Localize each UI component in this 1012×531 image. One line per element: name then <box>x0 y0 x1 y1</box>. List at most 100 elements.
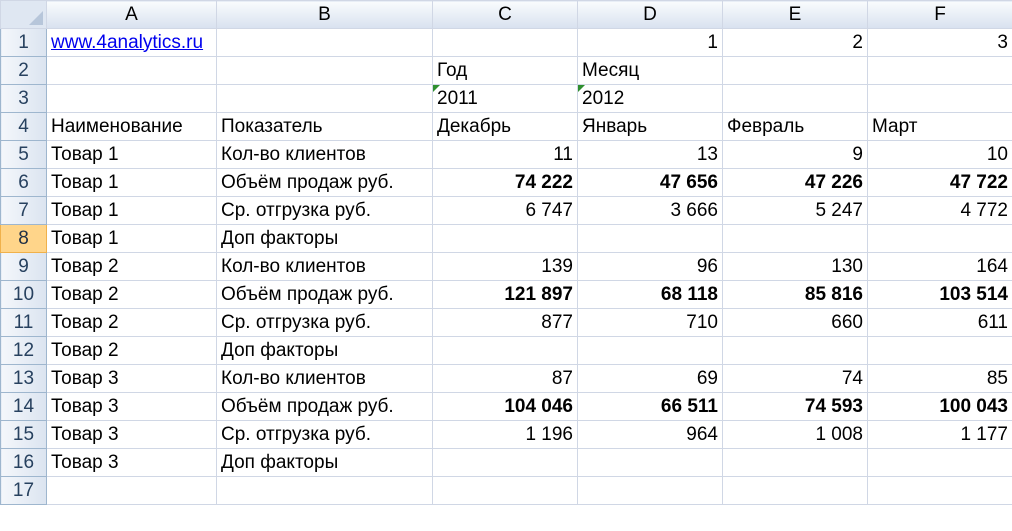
cell-b17[interactable] <box>216 476 433 505</box>
cell-b14[interactable]: Объём продаж руб. <box>216 392 433 421</box>
column-header-b[interactable]: B <box>216 0 433 29</box>
cell-b10[interactable]: Объём продаж руб. <box>216 280 433 309</box>
cell-a4[interactable]: Наименование <box>46 112 217 141</box>
cell-c14[interactable]: 104 046 <box>432 392 578 421</box>
cell-b12[interactable]: Доп факторы <box>216 336 433 365</box>
cell-d10[interactable]: 68 118 <box>577 280 723 309</box>
select-all-corner[interactable] <box>0 0 47 29</box>
cell-a11[interactable]: Товар 2 <box>46 308 217 337</box>
cell-a16[interactable]: Товар 3 <box>46 448 217 477</box>
cell-f16[interactable] <box>867 448 1012 477</box>
cell-a14[interactable]: Товар 3 <box>46 392 217 421</box>
cell-e17[interactable] <box>722 476 868 505</box>
cell-c16[interactable] <box>432 448 578 477</box>
cell-e1[interactable]: 2 <box>722 28 868 57</box>
cell-a9[interactable]: Товар 2 <box>46 252 217 281</box>
row-header-active[interactable]: 8 <box>0 224 47 253</box>
column-header-f[interactable]: F <box>867 0 1012 29</box>
column-header-a[interactable]: A <box>46 0 217 29</box>
cell-b8[interactable]: Доп факторы <box>216 224 433 253</box>
row-header[interactable]: 7 <box>0 196 47 225</box>
cell-a17[interactable] <box>46 476 217 505</box>
cell-c5[interactable]: 11 <box>432 140 578 169</box>
cell-d13[interactable]: 69 <box>577 364 723 393</box>
row-header[interactable]: 3 <box>0 84 47 113</box>
cell-c10[interactable]: 121 897 <box>432 280 578 309</box>
column-header-e[interactable]: E <box>722 0 868 29</box>
cell-a5[interactable]: Товар 1 <box>46 140 217 169</box>
row-header[interactable]: 4 <box>0 112 47 141</box>
cell-c1[interactable] <box>432 28 578 57</box>
cell-b6[interactable]: Объём продаж руб. <box>216 168 433 197</box>
cell-f5[interactable]: 10 <box>867 140 1012 169</box>
cell-a12[interactable]: Товар 2 <box>46 336 217 365</box>
cell-c7[interactable]: 6 747 <box>432 196 578 225</box>
cell-d3[interactable]: 2012 <box>577 84 723 113</box>
website-link[interactable]: www.4analytics.ru <box>51 32 203 53</box>
row-header[interactable]: 12 <box>0 336 47 365</box>
cell-e5[interactable]: 9 <box>722 140 868 169</box>
cell-c6[interactable]: 74 222 <box>432 168 578 197</box>
cell-a3[interactable] <box>46 84 217 113</box>
cell-e6[interactable]: 47 226 <box>722 168 868 197</box>
cell-c4[interactable]: Декабрь <box>432 112 578 141</box>
cell-d9[interactable]: 96 <box>577 252 723 281</box>
cell-f13[interactable]: 85 <box>867 364 1012 393</box>
cell-f12[interactable] <box>867 336 1012 365</box>
cell-b4[interactable]: Показатель <box>216 112 433 141</box>
cell-b1[interactable] <box>216 28 433 57</box>
cell-e10[interactable]: 85 816 <box>722 280 868 309</box>
cell-e15[interactable]: 1 008 <box>722 420 868 449</box>
cell-a2[interactable] <box>46 56 217 85</box>
cell-c11[interactable]: 877 <box>432 308 578 337</box>
cell-d17[interactable] <box>577 476 723 505</box>
cell-e4[interactable]: Февраль <box>722 112 868 141</box>
cell-e9[interactable]: 130 <box>722 252 868 281</box>
cell-f4[interactable]: Март <box>867 112 1012 141</box>
row-header[interactable]: 15 <box>0 420 47 449</box>
cell-a10[interactable]: Товар 2 <box>46 280 217 309</box>
cell-e8[interactable] <box>722 224 868 253</box>
cell-c15[interactable]: 1 196 <box>432 420 578 449</box>
cell-d11[interactable]: 710 <box>577 308 723 337</box>
cell-b5[interactable]: Кол-во клиентов <box>216 140 433 169</box>
cell-c12[interactable] <box>432 336 578 365</box>
cell-d14[interactable]: 66 511 <box>577 392 723 421</box>
cell-e13[interactable]: 74 <box>722 364 868 393</box>
cell-d7[interactable]: 3 666 <box>577 196 723 225</box>
cell-d4[interactable]: Январь <box>577 112 723 141</box>
cell-e12[interactable] <box>722 336 868 365</box>
cell-f17[interactable] <box>867 476 1012 505</box>
cell-b15[interactable]: Ср. отгрузка руб. <box>216 420 433 449</box>
cell-a13[interactable]: Товар 3 <box>46 364 217 393</box>
cell-f1[interactable]: 3 <box>867 28 1012 57</box>
row-header[interactable]: 2 <box>0 56 47 85</box>
row-header[interactable]: 14 <box>0 392 47 421</box>
cell-c3[interactable]: 2011 <box>432 84 578 113</box>
cell-c13[interactable]: 87 <box>432 364 578 393</box>
cell-e2[interactable] <box>722 56 868 85</box>
cell-f15[interactable]: 1 177 <box>867 420 1012 449</box>
row-header[interactable]: 13 <box>0 364 47 393</box>
cell-f9[interactable]: 164 <box>867 252 1012 281</box>
cell-e16[interactable] <box>722 448 868 477</box>
cell-b2[interactable] <box>216 56 433 85</box>
cell-b3[interactable] <box>216 84 433 113</box>
cell-f14[interactable]: 100 043 <box>867 392 1012 421</box>
cell-c8[interactable] <box>432 224 578 253</box>
cell-a15[interactable]: Товар 3 <box>46 420 217 449</box>
cell-c17[interactable] <box>432 476 578 505</box>
cell-c2[interactable]: Год <box>432 56 578 85</box>
cell-f2[interactable] <box>867 56 1012 85</box>
cell-e14[interactable]: 74 593 <box>722 392 868 421</box>
row-header[interactable]: 1 <box>0 28 47 57</box>
row-header[interactable]: 17 <box>0 476 47 505</box>
cell-b11[interactable]: Ср. отгрузка руб. <box>216 308 433 337</box>
cell-e3[interactable] <box>722 84 868 113</box>
cell-f7[interactable]: 4 772 <box>867 196 1012 225</box>
cell-d1[interactable]: 1 <box>577 28 723 57</box>
column-header-c[interactable]: C <box>432 0 578 29</box>
cell-d12[interactable] <box>577 336 723 365</box>
cell-b7[interactable]: Ср. отгрузка руб. <box>216 196 433 225</box>
cell-e11[interactable]: 660 <box>722 308 868 337</box>
